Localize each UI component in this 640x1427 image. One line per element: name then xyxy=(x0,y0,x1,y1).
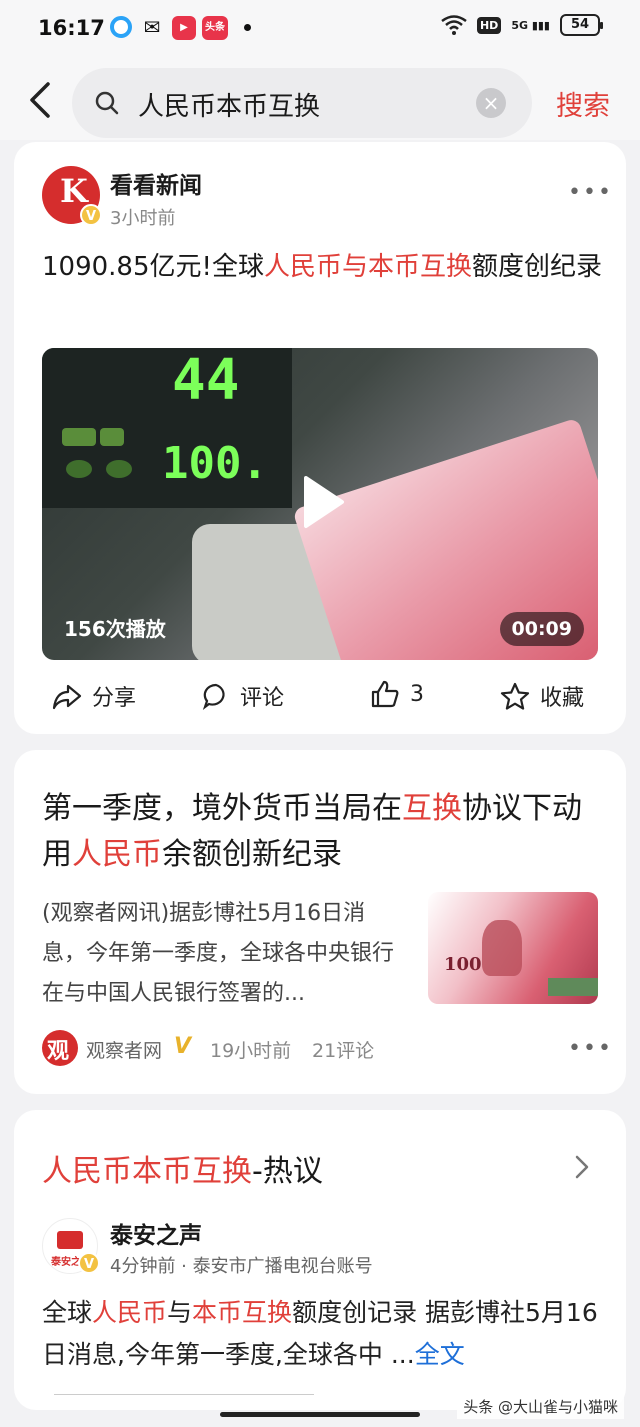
signal-icon: 5G ▮▮▮ xyxy=(511,18,550,32)
like-count: 3 xyxy=(410,681,424,707)
favorite-button[interactable]: 收藏 xyxy=(500,680,584,712)
clear-icon[interactable]: × xyxy=(476,88,506,118)
video-player[interactable]: 44 100. 156次播放 00:09 xyxy=(42,348,598,660)
title-highlight: 互换 xyxy=(402,791,462,826)
title-highlight: 人民币与本币互换 xyxy=(263,252,472,282)
article-summary: (观察者网讯)据彭博社5月16日消息，今年第一季度，全球各中央银行在与中国人民银… xyxy=(42,901,395,1006)
video-app-icon: ▶ xyxy=(172,16,196,40)
account-label: 泰安市广播电视台账号 xyxy=(192,1256,373,1277)
title-text: 余额创新纪录 xyxy=(162,837,342,872)
title-text: 额度创纪录 xyxy=(471,252,602,282)
source-name[interactable]: 观察者网 xyxy=(86,1036,162,1063)
article-title[interactable]: 1090.85亿元!全球人民币与本币互换额度创纪录 xyxy=(42,246,602,288)
post-time: 19小时前 xyxy=(210,1040,292,1062)
hot-discussion-card[interactable]: 人民币本币互换-热议 泰安之 V 泰安之声 4分钟前 · 泰安市广播电视台账号 … xyxy=(14,1110,626,1410)
source-meta: 4分钟前 · 泰安市广播电视台账号 xyxy=(110,1256,373,1277)
share-button[interactable]: 分享 xyxy=(52,680,136,712)
star-icon xyxy=(500,682,530,710)
wifi-icon xyxy=(441,15,467,35)
comment-count: 21评论 xyxy=(312,1040,375,1062)
post-time: 4分钟前 xyxy=(110,1256,176,1277)
source-name[interactable]: 泰安之声 xyxy=(110,1216,202,1250)
title-text: 1090.85亿元!全球 xyxy=(42,252,264,282)
comment-icon xyxy=(202,683,225,710)
more-icon[interactable]: ••• xyxy=(568,1036,613,1061)
title-highlight: 人民币 xyxy=(72,837,162,872)
source-name[interactable]: 看看新闻 xyxy=(110,166,202,200)
status-time: 16:17 xyxy=(38,16,105,40)
verified-icon: V xyxy=(78,1252,100,1274)
more-icon[interactable]: ••• xyxy=(568,180,613,205)
body-text: 与 xyxy=(167,1298,193,1327)
body-text: 全球 xyxy=(42,1298,93,1327)
header-highlight: 人民币本币互换 xyxy=(42,1154,252,1189)
post-time: 3小时前 xyxy=(110,208,176,229)
comment-button[interactable]: 评论 xyxy=(202,680,284,712)
chevron-right-icon[interactable] xyxy=(574,1154,590,1180)
thumbs-up-icon xyxy=(371,680,399,708)
header-suffix: -热议 xyxy=(252,1154,323,1189)
play-count: 156次播放 xyxy=(64,617,166,641)
notification-dot xyxy=(244,24,251,31)
counter-bottom: 100. xyxy=(162,438,268,489)
search-input[interactable]: 人民币本币互换 × xyxy=(72,68,532,138)
video-duration: 00:09 xyxy=(499,612,584,646)
like-button[interactable]: 3 xyxy=(370,680,424,708)
guancha-avatar[interactable]: 观 xyxy=(42,1030,78,1066)
full-text-link[interactable]: 全文 xyxy=(415,1340,465,1369)
article-title[interactable]: 第一季度，境外货币当局在互换协议下动用人民币余额创新纪录 xyxy=(42,786,602,878)
share-label: 分享 xyxy=(92,686,137,711)
hd-badge: HD xyxy=(476,16,502,34)
search-query: 人民币本币互换 xyxy=(138,92,321,122)
banknote-value: 100 xyxy=(444,954,482,975)
action-bar: 分享 评论 3 收藏 xyxy=(14,672,626,732)
article-thumbnail[interactable]: 100 xyxy=(428,892,598,1004)
verified-icon: V xyxy=(174,1034,192,1059)
play-icon[interactable] xyxy=(300,474,346,530)
wechat-app-icon: ✉ xyxy=(143,15,161,39)
share-icon xyxy=(52,684,82,710)
verified-icon: V xyxy=(80,204,102,226)
counter-top: 44 xyxy=(172,348,240,413)
back-arrow-icon[interactable] xyxy=(26,80,56,120)
search-button[interactable]: 搜索 xyxy=(556,84,610,123)
search-icon xyxy=(95,91,119,115)
divider xyxy=(54,1394,314,1395)
title-text: 第一季度，境外货币当局在 xyxy=(42,791,402,826)
home-indicator[interactable] xyxy=(220,1412,420,1417)
comment-label: 评论 xyxy=(240,686,285,711)
toutiao-app-icon: 头条 xyxy=(202,16,228,40)
status-bar: 16:17 ✉ ▶ 头条 HD 5G ▮▮▮ 54 xyxy=(0,0,640,58)
section-header[interactable]: 人民币本币互换-热议 xyxy=(42,1146,323,1190)
body-highlight: 人民币 xyxy=(92,1298,168,1327)
news-card-article[interactable]: 第一季度，境外货币当局在互换协议下动用人民币余额创新纪录 (观察者网讯)据彭博社… xyxy=(14,750,626,1094)
search-header: 人民币本币互换 × 搜索 xyxy=(0,58,640,140)
browser-app-icon xyxy=(110,16,132,38)
battery-icon: 54 xyxy=(560,14,603,36)
news-card-video[interactable]: K V 看看新闻 3小时前 ••• 1090.85亿元!全球人民币与本币互换额度… xyxy=(14,142,626,734)
watermark: 头条 @大山雀与小猫咪 xyxy=(457,1394,624,1419)
favorite-label: 收藏 xyxy=(540,686,585,711)
post-body[interactable]: 全球人民币与本币互换额度创记录 据彭博社5月16日消息,今年第一季度,全球各中 … xyxy=(42,1292,604,1376)
body-highlight: 本币互换 xyxy=(192,1298,293,1327)
counting-machine-display: 44 100. xyxy=(42,348,292,508)
